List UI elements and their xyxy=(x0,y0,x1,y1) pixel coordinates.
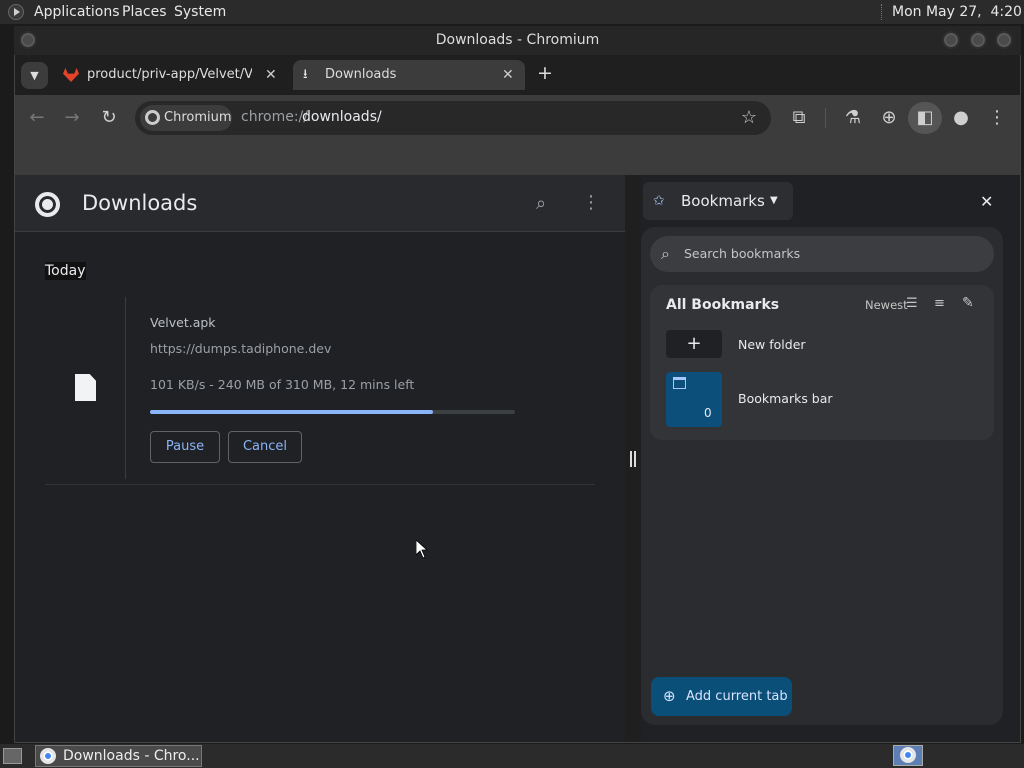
search-bookmarks-input[interactable]: ⌕ Search bookmarks xyxy=(650,236,994,272)
gnome-menu-icon[interactable] xyxy=(8,4,24,20)
downloads-indicator-icon[interactable]: ⊕ xyxy=(877,106,901,130)
chip-label: Chromium xyxy=(164,110,232,125)
page-title: Downloads xyxy=(82,191,198,215)
bookmarks-bar xyxy=(15,141,1020,175)
window-titlebar[interactable]: Downloads - Chromium xyxy=(14,26,1021,55)
bookmarks-heading: All Bookmarks xyxy=(666,297,780,313)
back-icon[interactable]: ← xyxy=(25,106,49,130)
extensions-icon[interactable]: ⧉ xyxy=(787,106,811,130)
window-menu-button[interactable] xyxy=(19,31,37,49)
top-panel: Applications Places System Mon May 27, 4… xyxy=(0,0,1024,24)
close-side-panel-icon[interactable]: ✕ xyxy=(980,192,993,211)
add-current-tab-button[interactable]: ⊕ Add current tab xyxy=(651,677,792,716)
search-icon[interactable]: ⌕ xyxy=(536,193,546,214)
window-title: Downloads - Chromium xyxy=(435,32,600,48)
pause-button[interactable]: Pause xyxy=(150,431,220,463)
search-placeholder: Search bookmarks xyxy=(684,246,801,261)
mouse-pointer-icon xyxy=(416,540,428,559)
download-icon: ⭳ xyxy=(303,67,308,82)
url-path: downloads/ xyxy=(302,109,382,125)
chromium-logo-icon xyxy=(900,747,916,763)
close-tab-icon[interactable]: ✕ xyxy=(502,60,514,90)
minimize-button[interactable] xyxy=(942,31,960,49)
gitlab-fox-icon xyxy=(63,68,79,82)
search-icon: ⌕ xyxy=(661,244,670,263)
list-view-icon[interactable]: ≡ xyxy=(934,296,945,311)
new-folder-button[interactable]: + xyxy=(666,330,722,358)
site-info-chip[interactable]: Chromium xyxy=(140,105,232,131)
download-status: 101 KB/s - 240 MB of 310 MB, 12 mins lef… xyxy=(150,377,415,392)
clock[interactable]: Mon May 27, 4:20 AM xyxy=(892,4,1024,20)
browser-menu-icon[interactable]: ⋮ xyxy=(985,106,1009,130)
tab-downloads[interactable]: ⭳ Downloads ✕ xyxy=(293,60,525,90)
bookmark-star-icon[interactable]: ☆ xyxy=(737,106,761,130)
card-divider xyxy=(125,297,126,479)
dropdown-arrow-icon: ▼ xyxy=(770,195,778,206)
file-icon xyxy=(75,374,96,401)
profile-avatar-icon[interactable]: ● xyxy=(949,106,973,130)
folder-window-icon xyxy=(673,377,686,389)
tab-title: Downloads xyxy=(325,67,397,82)
download-filename[interactable]: Velvet.apk xyxy=(150,315,216,330)
side-panel-icon[interactable]: ◧ xyxy=(913,106,937,130)
sort-filter-icon[interactable]: ☰ xyxy=(906,296,918,311)
system-menu[interactable]: System xyxy=(174,4,226,20)
tab-title: product/priv-app/Velvet/Velv xyxy=(87,67,252,82)
tab-search-chevron-icon[interactable]: ▼ xyxy=(21,62,48,89)
taskbar-window-button[interactable]: Downloads - Chro... xyxy=(35,745,202,767)
new-tab-icon[interactable]: + xyxy=(537,62,553,84)
workspace-switcher[interactable] xyxy=(893,745,923,766)
reload-icon[interactable]: ↻ xyxy=(97,106,121,130)
add-current-tab-label: Add current tab xyxy=(686,689,788,704)
bookmarks-bar-label[interactable]: Bookmarks bar xyxy=(738,391,833,406)
chromium-logo-icon xyxy=(35,192,60,217)
card-bottom-border xyxy=(45,484,595,485)
labs-flask-icon[interactable]: ⚗ xyxy=(841,106,865,130)
side-panel-selector[interactable]: ✩ Bookmarks ▼ xyxy=(643,182,793,220)
close-window-button[interactable] xyxy=(995,31,1013,49)
sort-button[interactable]: Newest xyxy=(865,298,908,312)
add-circle-icon: ⊕ xyxy=(663,687,676,705)
progress-bar xyxy=(150,410,433,414)
downloads-page xyxy=(15,175,625,742)
url-scheme: chrome:// xyxy=(241,109,308,125)
tab-gitlab[interactable]: product/priv-app/Velvet/Velv ✕ xyxy=(58,60,288,90)
bookmarks-bar-folder[interactable]: 0 xyxy=(666,372,722,427)
bookmark-count: 0 xyxy=(704,406,712,420)
edit-pencil-icon[interactable]: ✎ xyxy=(962,295,974,311)
panel-separator xyxy=(881,4,883,20)
more-options-icon[interactable]: ⋮ xyxy=(582,192,600,213)
date-section-heading: Today xyxy=(45,262,86,280)
show-desktop-icon[interactable] xyxy=(3,748,22,764)
selector-label: Bookmarks xyxy=(681,192,765,210)
applications-menu[interactable]: Applications xyxy=(34,4,120,20)
toolbar-divider xyxy=(825,108,826,128)
close-tab-icon[interactable]: ✕ xyxy=(265,60,277,90)
maximize-button[interactable] xyxy=(969,31,987,49)
places-menu[interactable]: Places xyxy=(122,4,167,20)
resize-grip-icon[interactable] xyxy=(630,451,636,467)
bookmarks-star-icon: ✩ xyxy=(653,193,665,209)
chromium-logo-icon xyxy=(145,110,160,125)
new-folder-label[interactable]: New folder xyxy=(738,337,806,352)
cancel-button[interactable]: Cancel xyxy=(228,431,302,463)
chromium-logo-icon xyxy=(40,748,56,764)
forward-icon[interactable]: → xyxy=(60,106,84,130)
taskbar-window-label: Downloads - Chro... xyxy=(63,748,200,764)
download-source-url[interactable]: https://dumps.tadiphone.dev xyxy=(150,341,331,356)
